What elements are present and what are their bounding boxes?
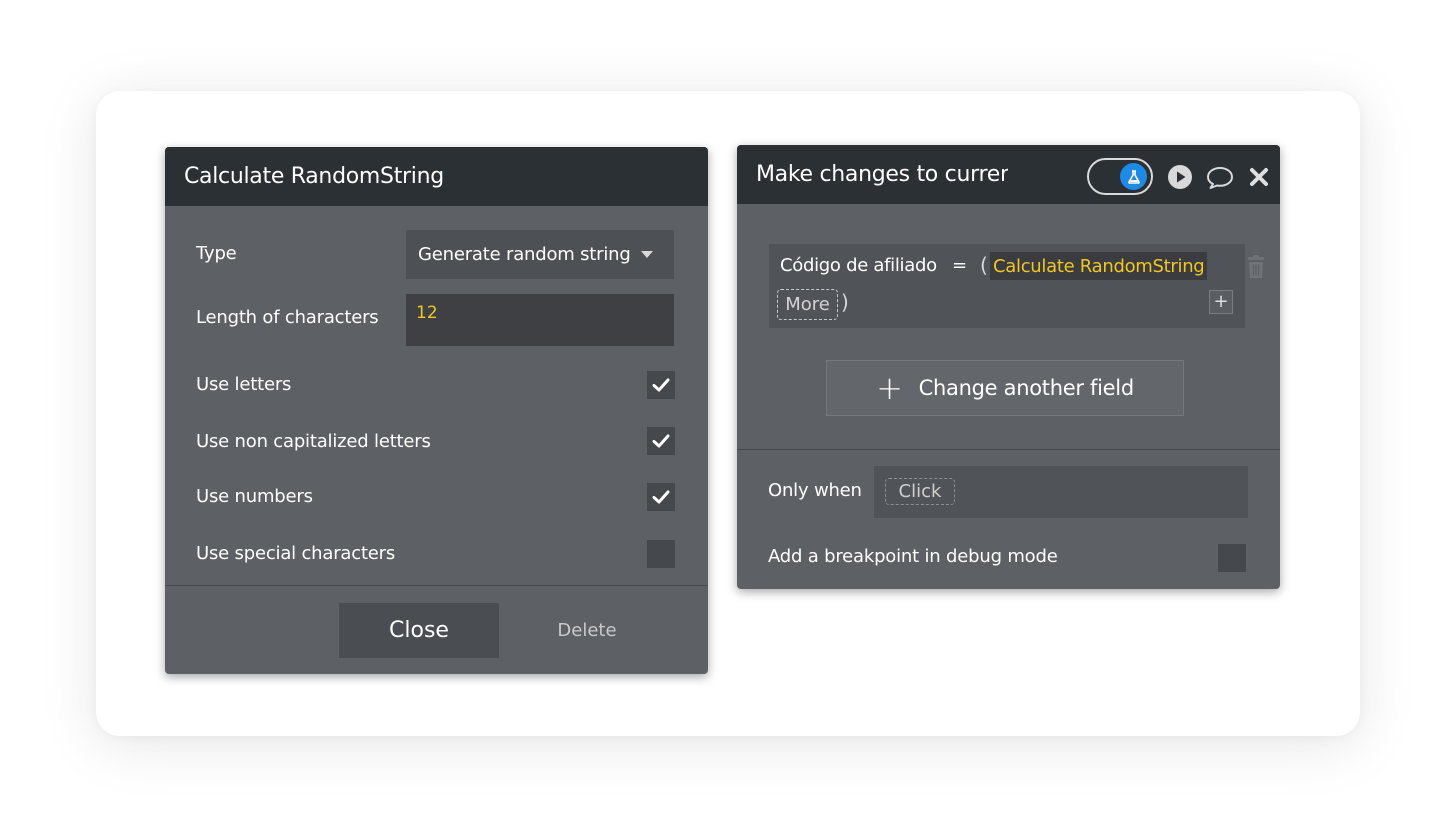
expression-value[interactable]: Calculate RandomString [990, 252, 1208, 280]
only-when-label: Only when [768, 480, 862, 501]
use-numbers-label: Use numbers [196, 486, 313, 507]
length-label: Length of characters [196, 307, 379, 328]
breakpoint-label: Add a breakpoint in debug mode [768, 546, 1058, 567]
checkmark-icon [652, 378, 670, 392]
dropdown-caret-icon [640, 251, 653, 258]
change-another-field-button[interactable]: + Change another field [826, 360, 1184, 416]
more-button[interactable]: More [777, 289, 838, 320]
delete-button[interactable]: Delete [545, 603, 629, 658]
panel-header: Make changes to curren [737, 145, 1280, 204]
comment-icon[interactable] [1205, 164, 1235, 190]
use-letters-label: Use letters [196, 374, 292, 395]
breakpoint-checkbox[interactable] [1218, 544, 1246, 572]
checkmark-icon [652, 490, 670, 504]
field-assignment: Código de afiliado = ( Calculate RandomS… [769, 244, 1245, 328]
type-dropdown-value: Generate random string [418, 244, 631, 265]
trash-icon[interactable] [1245, 255, 1267, 279]
close-button[interactable]: Close [339, 603, 499, 658]
field-name[interactable]: Código de afiliado [780, 255, 937, 276]
length-input[interactable]: 12 [406, 294, 674, 346]
panel-title: Calculate RandomString [165, 147, 708, 206]
use-letters-checkbox[interactable] [647, 371, 675, 399]
close-paren: ) [841, 290, 849, 314]
use-special-characters-checkbox[interactable] [647, 540, 675, 568]
type-label: Type [196, 243, 237, 264]
flask-icon [1120, 163, 1147, 190]
panel-title: Make changes to curren [756, 162, 1008, 187]
calculate-randomstring-panel: Calculate RandomString Type Generate ran… [165, 147, 708, 674]
add-expression-plus-icon[interactable]: + [1209, 290, 1233, 314]
play-icon[interactable] [1167, 164, 1193, 190]
divider [165, 585, 708, 586]
action-toggle[interactable] [1087, 158, 1153, 195]
use-special-characters-label: Use special characters [196, 543, 396, 564]
field-operator: = [952, 255, 968, 276]
make-changes-panel: Make changes to curren Código de afiliad… [737, 145, 1280, 589]
plus-icon: + [876, 369, 903, 407]
use-non-capitalized-checkbox[interactable] [647, 427, 675, 455]
close-icon[interactable] [1248, 164, 1270, 190]
type-dropdown[interactable]: Generate random string [406, 230, 674, 279]
checkmark-icon [652, 434, 670, 448]
open-paren: ( [980, 253, 988, 277]
only-when-placeholder[interactable]: Click [885, 478, 955, 505]
use-non-capitalized-label: Use non capitalized letters [196, 431, 431, 452]
only-when-input[interactable]: Click [874, 466, 1248, 518]
change-another-field-label: Change another field [918, 376, 1134, 400]
use-numbers-checkbox[interactable] [647, 483, 675, 511]
divider [737, 449, 1280, 450]
